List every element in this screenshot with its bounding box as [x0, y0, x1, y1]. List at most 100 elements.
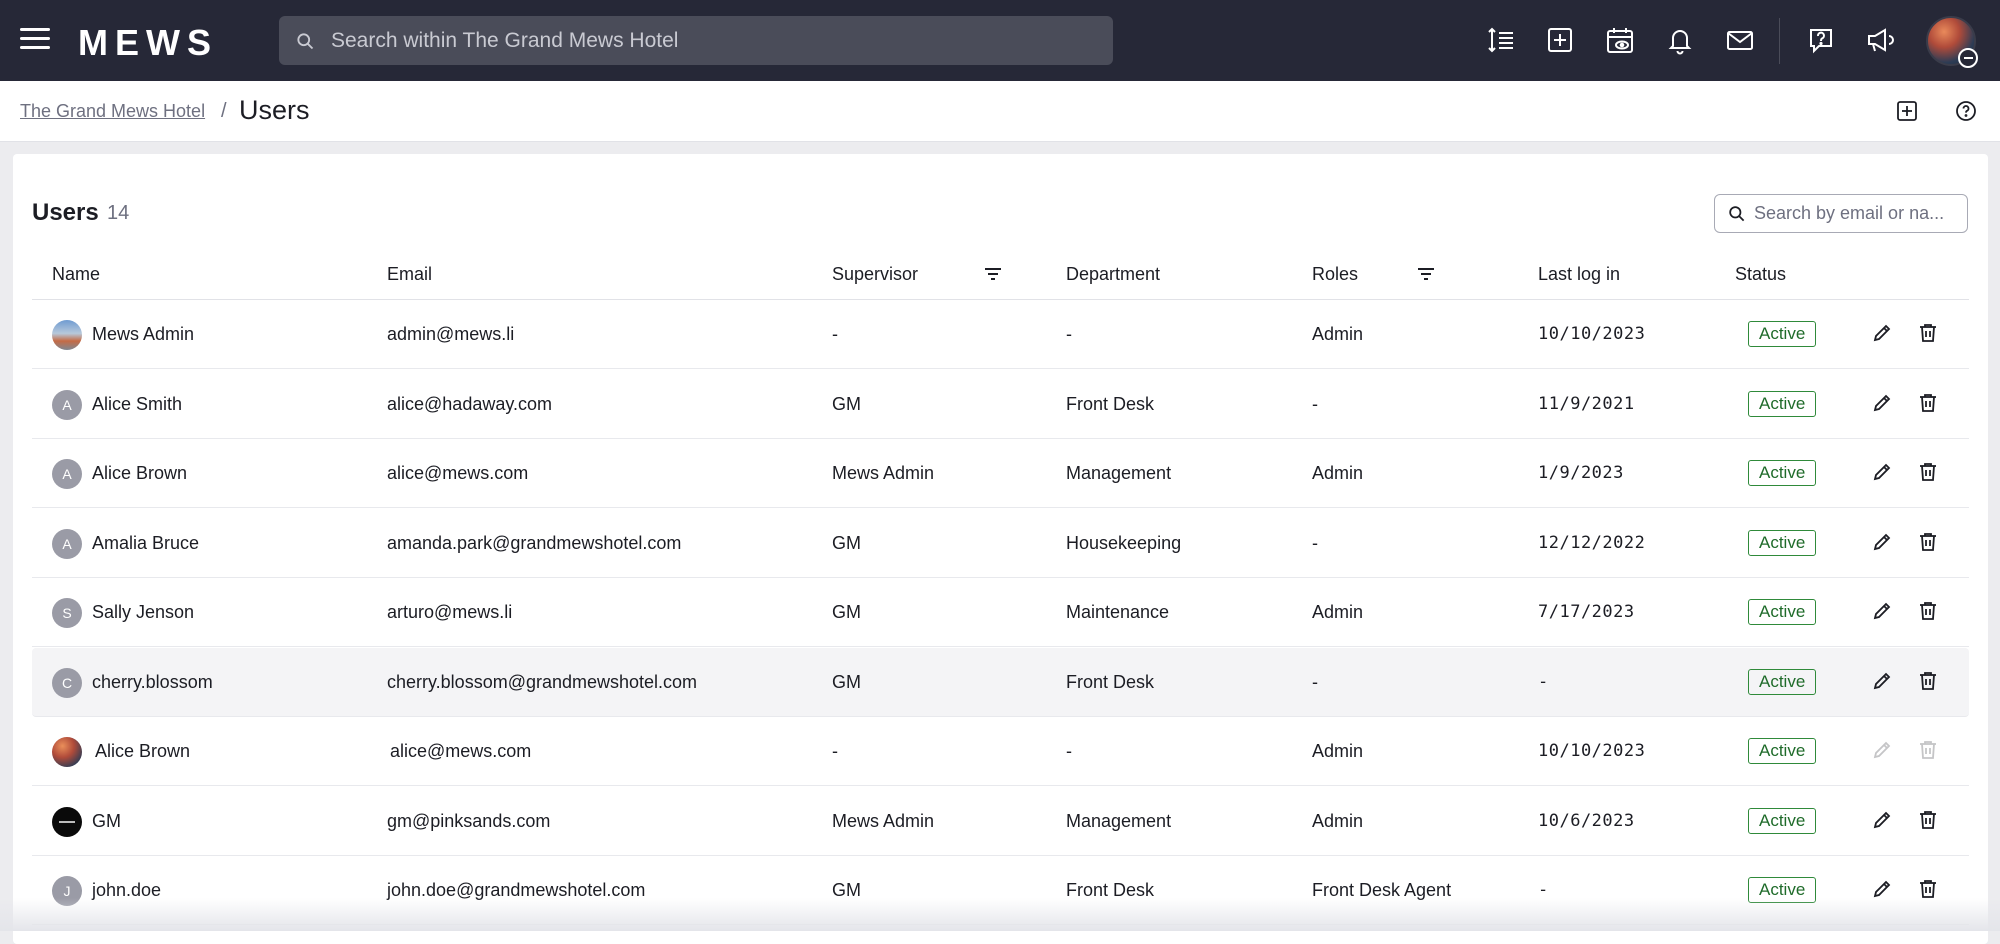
- trash-icon: [1920, 532, 1936, 551]
- status-badge: Active: [1748, 529, 1817, 556]
- table-row[interactable]: GM gm@pinksands.com Mews Admin Managemen…: [32, 787, 1969, 856]
- megaphone-icon[interactable]: [1862, 22, 1898, 58]
- help-button[interactable]: [1952, 97, 1980, 125]
- delete-button[interactable]: [1917, 461, 1941, 485]
- user-supervisor: GM: [832, 602, 861, 622]
- table-row[interactable]: A Amalia Bruce amanda.park@grandmewshote…: [32, 509, 1969, 578]
- delete-button[interactable]: [1917, 322, 1941, 346]
- table-row[interactable]: Mews Admin admin@mews.li - - Admin 10/10…: [32, 300, 1969, 369]
- search-icon: [297, 32, 314, 49]
- breadcrumb-hotel-link[interactable]: The Grand Mews Hotel: [20, 101, 205, 122]
- user-avatar: A: [52, 459, 82, 489]
- status-badge: Active: [1748, 599, 1817, 625]
- user-last-login: 10/6/2023: [1538, 810, 1635, 831]
- user-name: Alice Brown: [95, 741, 191, 761]
- user-supervisor: GM: [832, 671, 861, 692]
- bell-icon[interactable]: [1662, 22, 1698, 58]
- user-email: arturo@mews.li: [387, 602, 513, 622]
- user-department: Front Desk: [1066, 671, 1155, 692]
- column-header-name[interactable]: Name: [52, 264, 100, 285]
- table-row[interactable]: S Sally Jenson arturo@mews.li GM Mainten…: [32, 578, 1969, 647]
- mews-logo[interactable]: MEWS: [78, 22, 218, 64]
- user-email: cherry.blossom@grandmewshotel.com: [387, 671, 698, 692]
- status-badge: Active: [1748, 321, 1817, 347]
- users-heading: Users: [32, 199, 99, 226]
- pencil-icon: [1873, 533, 1891, 550]
- edit-button[interactable]: [1871, 392, 1895, 416]
- trash-icon: [1920, 463, 1936, 481]
- global-search-input[interactable]: Search within The Grand Mews Hotel: [279, 16, 1113, 65]
- user-name: Mews Admin: [92, 324, 195, 344]
- delete-button[interactable]: [1917, 670, 1941, 694]
- column-header-status[interactable]: Status: [1735, 264, 1786, 285]
- delete-button[interactable]: [1917, 392, 1941, 416]
- hamburger-menu-icon[interactable]: [20, 28, 50, 54]
- user-email: alice@mews.com: [387, 463, 529, 483]
- user-department: Maintenance: [1066, 602, 1170, 622]
- add-square-icon[interactable]: [1542, 22, 1578, 58]
- trash-icon: [1920, 671, 1936, 690]
- user-roles: Admin: [1312, 463, 1364, 483]
- calendar-eye-icon[interactable]: [1602, 22, 1638, 58]
- users-card: Users 14 Name Email Supervisor Departmen…: [13, 154, 1988, 944]
- table-search-field[interactable]: [1714, 194, 1968, 233]
- pencil-icon: [1873, 394, 1891, 411]
- table-search-input[interactable]: [1754, 203, 1964, 224]
- help-square-icon[interactable]: [1803, 22, 1839, 58]
- table-row[interactable]: C cherry.blossom cherry.blossom@grandmew…: [32, 647, 1969, 717]
- search-icon: [1729, 206, 1745, 222]
- trash-icon: [1920, 602, 1936, 620]
- user-roles: -: [1312, 532, 1318, 553]
- delete-button[interactable]: [1917, 531, 1941, 555]
- trash-icon: [1920, 324, 1936, 342]
- pencil-icon: [1873, 741, 1891, 759]
- help-circle-icon: [1956, 101, 1976, 121]
- mail-icon[interactable]: [1722, 22, 1758, 58]
- user-avatar[interactable]: [1926, 16, 1978, 68]
- column-header-supervisor[interactable]: Supervisor: [832, 264, 918, 285]
- delete-button[interactable]: [1917, 600, 1941, 624]
- user-supervisor: -: [832, 324, 838, 344]
- breadcrumb: The Grand Mews Hotel / Users: [0, 81, 2000, 142]
- user-last-login: 7/17/2023: [1538, 602, 1635, 622]
- trash-icon: [1920, 810, 1936, 829]
- edit-button[interactable]: [1871, 600, 1895, 624]
- column-header-roles[interactable]: Roles: [1312, 264, 1358, 285]
- user-department: Housekeeping: [1066, 532, 1182, 553]
- user-name: Alice Brown: [92, 463, 188, 483]
- edit-button[interactable]: [1871, 739, 1895, 763]
- edit-button[interactable]: [1871, 461, 1895, 485]
- column-header-department[interactable]: Department: [1066, 264, 1160, 285]
- status-badge: Active: [1748, 668, 1817, 695]
- column-header-last-login[interactable]: Last log in: [1538, 264, 1620, 285]
- table-row[interactable]: Alice Brown alice@mews.com - - Admin 10/…: [32, 717, 1969, 786]
- pencil-icon: [1873, 463, 1891, 481]
- user-roles: Admin: [1312, 324, 1364, 344]
- add-user-button[interactable]: [1893, 97, 1921, 125]
- edit-button[interactable]: [1871, 531, 1895, 555]
- user-last-login: -: [1538, 880, 1549, 900]
- edit-button[interactable]: [1871, 809, 1895, 833]
- user-supervisor: -: [832, 741, 838, 761]
- user-avatar: S: [52, 598, 82, 628]
- supervisor-filter-icon[interactable]: [982, 263, 1004, 285]
- user-roles: Admin: [1312, 810, 1364, 831]
- roles-filter-icon[interactable]: [1415, 263, 1437, 285]
- edit-button[interactable]: [1871, 670, 1895, 694]
- user-last-login: -: [1538, 671, 1549, 692]
- status-badge: Active: [1748, 738, 1817, 764]
- user-name: Sally Jenson: [92, 602, 195, 622]
- status-minus-icon: [1958, 48, 1978, 68]
- trash-icon: [1920, 741, 1936, 759]
- delete-button[interactable]: [1917, 809, 1941, 833]
- edit-button[interactable]: [1871, 322, 1895, 346]
- user-department: Management: [1066, 463, 1172, 483]
- sort-lines-icon[interactable]: [1483, 22, 1519, 58]
- column-header-email[interactable]: Email: [387, 264, 432, 285]
- table-row[interactable]: A Alice Brown alice@mews.com Mews Admin …: [32, 439, 1969, 508]
- table-row[interactable]: A Alice Smith alice@hadaway.com GM Front…: [32, 370, 1969, 439]
- user-supervisor: Mews Admin: [832, 810, 935, 831]
- user-avatar: C: [52, 667, 82, 698]
- users-count: 14: [107, 202, 130, 224]
- delete-button[interactable]: [1917, 739, 1941, 763]
